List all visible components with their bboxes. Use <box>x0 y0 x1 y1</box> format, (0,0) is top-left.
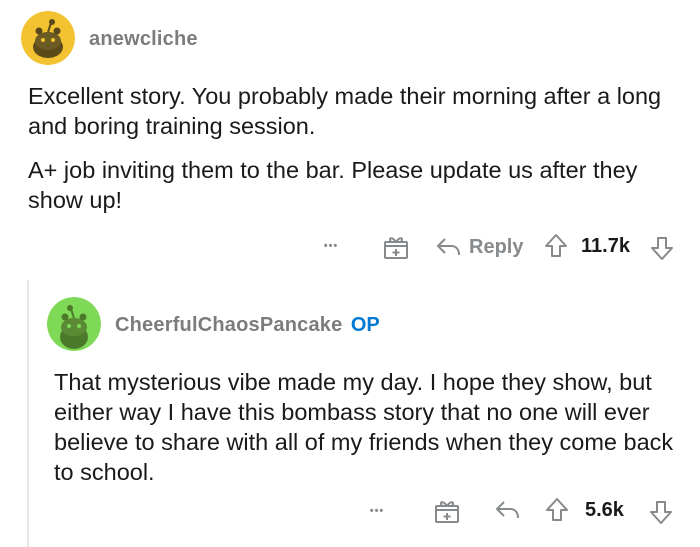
reply-icon <box>437 238 460 256</box>
downvote-icon[interactable] <box>649 499 673 525</box>
downvote-icon[interactable] <box>650 235 674 261</box>
comment-body: That mysterious vibe made my day. I hope… <box>54 367 682 487</box>
more-icon: ••• <box>369 505 385 517</box>
more-options-button[interactable]: ••• <box>316 235 346 257</box>
avatar[interactable] <box>47 297 101 351</box>
vote-score: 11.7k <box>581 235 630 257</box>
more-icon: ••• <box>323 240 339 252</box>
award-icon[interactable] <box>383 234 409 260</box>
comment-body: Excellent story. You probably made their… <box>28 81 678 215</box>
award-icon[interactable] <box>434 498 460 524</box>
upvote-icon[interactable] <box>544 233 568 259</box>
comment-paragraph: A+ job inviting them to the bar. Please … <box>28 157 638 213</box>
reply-button[interactable]: Reply <box>435 233 523 261</box>
thread-line[interactable] <box>27 280 29 547</box>
avatar[interactable] <box>21 11 75 65</box>
username[interactable]: CheerfulChaosPancake <box>115 314 342 336</box>
username[interactable]: anewcliche <box>89 28 198 51</box>
comment-paragraph: Excellent story. You probably made their… <box>28 83 662 139</box>
reply-label: Reply <box>469 235 524 258</box>
upvote-icon[interactable] <box>545 497 569 523</box>
op-badge: OP <box>350 314 380 336</box>
vote-score: 5.6k <box>585 499 624 521</box>
comment-header: CheerfulChaosPancake OP <box>115 314 380 337</box>
reply-icon[interactable] <box>494 499 522 521</box>
more-options-button[interactable]: ••• <box>362 500 392 522</box>
comment-paragraph: That mysterious vibe made my day. I hope… <box>54 369 674 485</box>
